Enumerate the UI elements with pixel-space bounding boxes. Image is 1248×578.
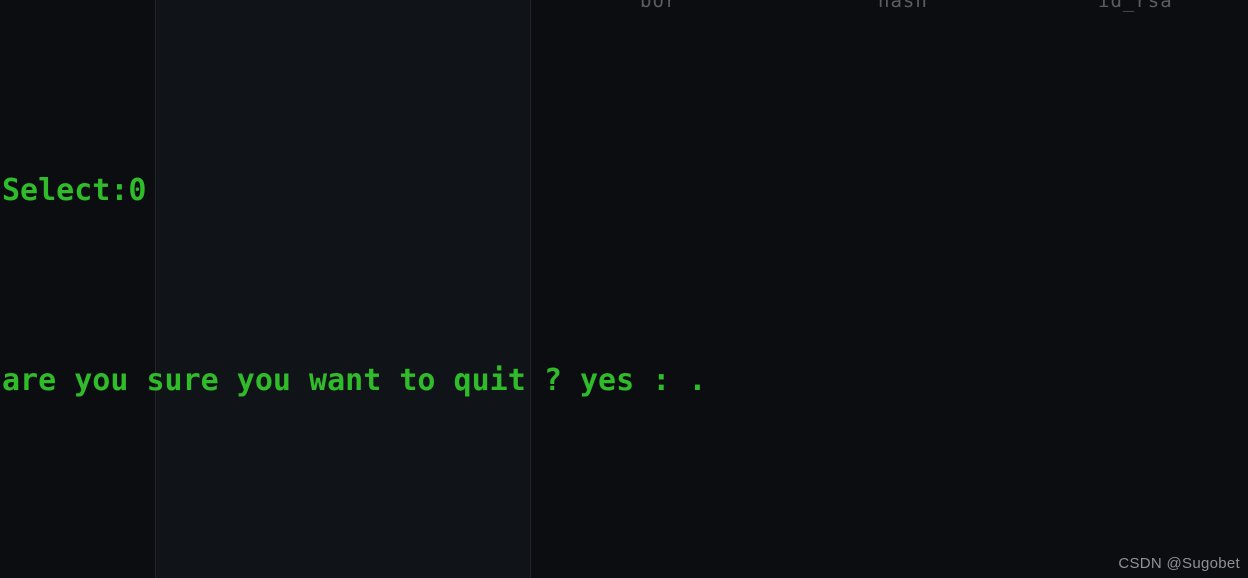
watermark-label: CSDN @Sugobet (1118, 555, 1240, 572)
quit-prompt-text: are you sure you want to quit ? yes : . (2, 362, 707, 398)
terminal-line-quit-prompt: are you sure you want to quit ? yes : . (2, 357, 1248, 405)
select-text: Select:0 (2, 172, 147, 208)
terminal-screen: bor hash id_rsa Select:0 are you sure yo… (0, 0, 1248, 578)
terminal-output[interactable]: Select:0 are you sure you want to quit ?… (0, 0, 1248, 578)
terminal-line-select: Select:0 (2, 167, 1248, 215)
